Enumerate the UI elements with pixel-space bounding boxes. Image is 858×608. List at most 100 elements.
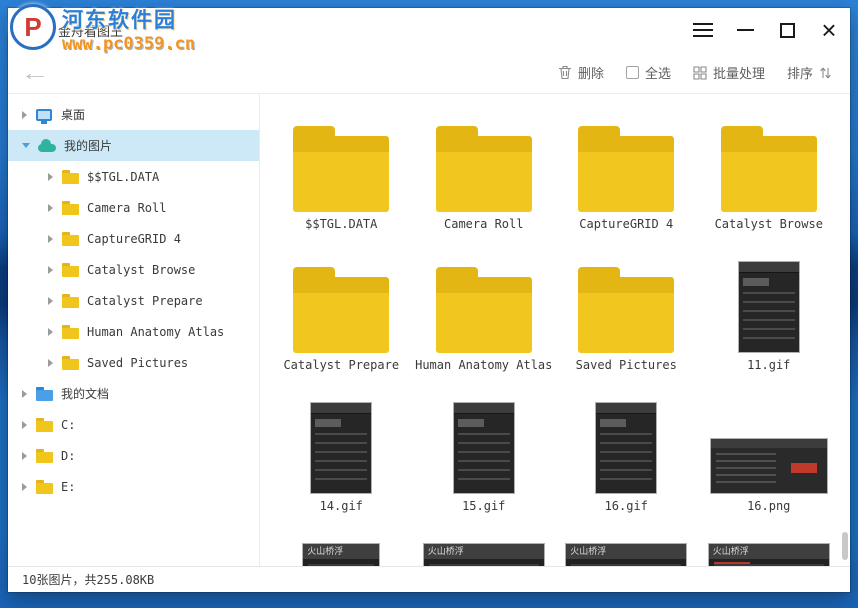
select-all-checkbox[interactable] [626,66,639,79]
folder-icon [36,449,53,463]
grid-item[interactable]: 16.gif [555,382,698,523]
folder-icon [293,267,389,353]
delete-button[interactable]: 删除 [558,63,604,82]
grid-item-label: Saved Pictures [576,358,677,373]
folder-icon [436,267,532,353]
folder-icon [578,267,674,353]
sidebar-item-catalyst-prepare[interactable]: Catalyst Prepare [8,285,259,316]
folder-icon [62,325,79,339]
grid-item-label: CaptureGRID 4 [579,217,673,232]
chevron-right-icon[interactable] [48,266,53,274]
app-window: 金舟看图王 × ← 删除 全选 批量 [8,8,850,592]
select-all-label: 全选 [645,63,671,82]
folder-tree-sidebar: 桌面 我的图片 $$TGL.DATA Camera Roll CaptureGR [8,94,260,566]
folder-icon [62,170,79,184]
sort-button[interactable]: 排序 [787,63,832,82]
grid-item[interactable]: 14.gif [270,382,413,523]
thumbnail-detail [743,278,769,286]
sidebar-item-label: 我的图片 [64,137,112,154]
folder-icon [62,294,79,308]
chevron-right-icon[interactable] [48,235,53,243]
maximize-button[interactable] [766,8,808,52]
vertical-scrollbar[interactable] [840,98,848,562]
status-text: 10张图片，共255.08KB [22,571,154,588]
scrollbar-thumb[interactable] [842,532,848,560]
chevron-down-icon[interactable] [22,143,30,148]
chevron-right-icon[interactable] [22,111,27,119]
thumbnail-detail [711,439,827,448]
folder-icon [62,232,79,246]
image-thumbnail: 火山桥浮 [565,543,687,566]
grid-item[interactable]: 11.gif [698,241,841,382]
minimize-button[interactable] [724,8,766,52]
chevron-right-icon[interactable] [48,359,53,367]
sidebar-item-drive-c[interactable]: C: [8,409,259,440]
hamburger-icon [693,29,713,31]
grid-item-label: $$TGL.DATA [305,217,377,232]
thumbnail-detail [791,463,817,473]
batch-process-button[interactable]: 批量处理 [693,63,765,82]
folder-icon [293,126,389,212]
menu-button[interactable] [682,8,724,52]
chevron-right-icon[interactable] [22,421,27,429]
sidebar-item-tgl-data[interactable]: $$TGL.DATA [8,161,259,192]
thumbnail-detail [716,453,776,488]
thumbnail-detail [311,403,371,414]
grid-item[interactable]: Camera Roll [413,100,556,241]
close-button[interactable]: × [808,8,850,52]
maximize-icon [780,23,795,38]
back-button[interactable]: ← [20,60,50,86]
chevron-right-icon[interactable] [48,204,53,212]
sidebar-item-label: E: [61,480,75,494]
trash-icon [558,65,572,80]
chevron-right-icon[interactable] [48,173,53,181]
thumbnail-detail [458,433,510,487]
grid-item-label: 15.gif [462,499,505,514]
image-thumbnail: 火山桥浮 [302,543,380,566]
grid-item[interactable]: CaptureGRID 4 [555,100,698,241]
grid-item-label: Camera Roll [444,217,523,232]
window-title: 金舟看图王 [58,21,123,40]
sidebar-item-catalyst-browse[interactable]: Catalyst Browse [8,254,259,285]
grid-item[interactable]: $$TGL.DATA [270,100,413,241]
sidebar-item-drive-d[interactable]: D: [8,440,259,471]
sidebar-item-my-documents[interactable]: 我的文档 [8,378,259,409]
grid-item[interactable]: Catalyst Browse [698,100,841,241]
sidebar-item-my-pictures[interactable]: 我的图片 [8,130,259,161]
title-bar: 金舟看图王 × [8,8,850,52]
sidebar-item-desktop[interactable]: 桌面 [8,99,259,130]
delete-label: 删除 [578,63,604,82]
window-controls: × [682,8,850,52]
sidebar-item-camera-roll[interactable]: Camera Roll [8,192,259,223]
grid-icon [693,66,707,80]
file-grid-panel: $$TGL.DATA Camera Roll CaptureGRID 4 Cat… [260,94,850,566]
thumbnail-detail [315,419,341,427]
grid-item[interactable]: Saved Pictures [555,241,698,382]
thumbnail-detail [743,292,795,346]
grid-item[interactable]: Human Anatomy Atlas [413,241,556,382]
chevron-right-icon[interactable] [48,297,53,305]
select-all-control[interactable]: 全选 [626,63,671,82]
grid-item[interactable]: 火山桥浮 [555,523,698,566]
grid-item[interactable]: 火山桥浮 [413,523,556,566]
thumbnail-detail [429,564,539,566]
grid-item[interactable]: 火山桥浮 [698,523,841,566]
grid-item[interactable]: 15.gif [413,382,556,523]
image-thumbnail [453,402,515,494]
sidebar-item-human-anatomy-atlas[interactable]: Human Anatomy Atlas [8,316,259,347]
grid-item[interactable]: Catalyst Prepare [270,241,413,382]
grid-item[interactable]: 火山桥浮 [270,523,413,566]
sidebar-item-drive-e[interactable]: E: [8,471,259,502]
sidebar-item-saved-pictures[interactable]: Saved Pictures [8,347,259,378]
chevron-right-icon[interactable] [22,483,27,491]
app-logo-icon [22,17,48,43]
sidebar-item-label: Camera Roll [87,201,166,215]
sidebar-item-capturegrid4[interactable]: CaptureGRID 4 [8,223,259,254]
grid-item[interactable]: 16.png [698,382,841,523]
sidebar-item-label: 我的文档 [61,385,109,402]
chevron-right-icon[interactable] [48,328,53,336]
folder-icon [721,126,817,212]
chevron-right-icon[interactable] [22,390,27,398]
image-thumbnail: 火山桥浮 [708,543,830,566]
chevron-right-icon[interactable] [22,452,27,460]
